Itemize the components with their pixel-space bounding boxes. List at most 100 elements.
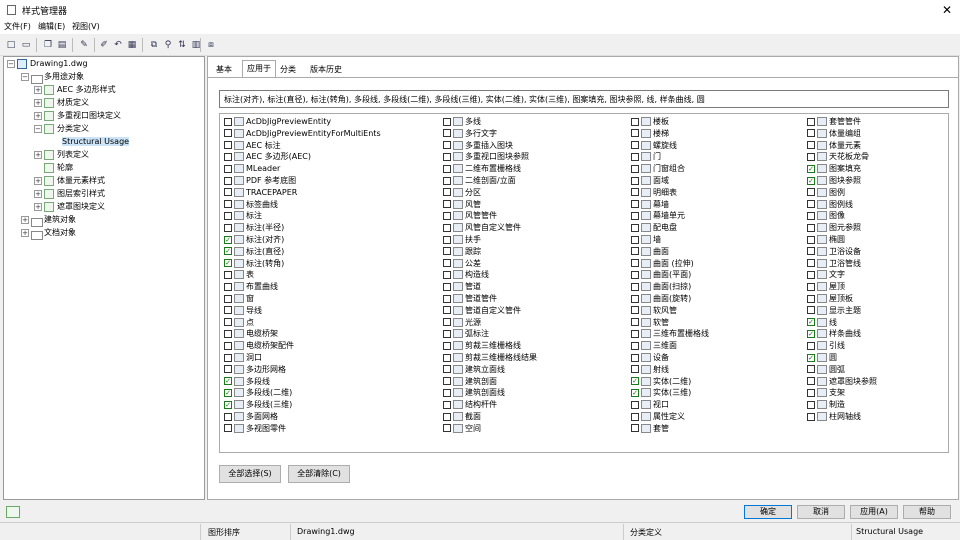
object-type-item[interactable]: 剪裁三维栅格线结果 — [443, 352, 537, 364]
object-type-checkbox[interactable]: ✓ — [224, 400, 232, 409]
object-type-item[interactable]: 弧标注 — [443, 328, 489, 340]
object-type-item[interactable]: 公差 — [443, 258, 481, 270]
object-type-checkbox[interactable] — [807, 152, 815, 161]
object-type-item[interactable]: 跟踪 — [443, 246, 481, 258]
object-type-checkbox[interactable]: ✓ — [807, 353, 815, 362]
object-type-checkbox[interactable] — [443, 164, 451, 173]
object-type-checkbox[interactable] — [631, 329, 639, 338]
object-type-item[interactable]: 天花板龙骨 — [807, 151, 869, 163]
object-type-checkbox[interactable]: ✓ — [224, 388, 232, 397]
object-type-checkbox[interactable] — [631, 341, 639, 350]
object-type-item[interactable]: 多行文字 — [443, 128, 497, 140]
dock-icon[interactable]: ⧈ — [205, 39, 217, 51]
object-type-item[interactable]: MLeader — [224, 163, 280, 175]
object-type-item[interactable]: 管道 — [443, 281, 481, 293]
object-type-item[interactable]: 多重视口图块参照 — [443, 151, 529, 163]
object-type-item[interactable]: ✓ 多段线(三维) — [224, 399, 292, 411]
object-type-item[interactable]: 点 — [224, 317, 254, 329]
object-type-checkbox[interactable] — [443, 200, 451, 209]
tab-general[interactable]: 基本 — [211, 61, 237, 77]
object-type-checkbox[interactable] — [631, 270, 639, 279]
paste-icon[interactable]: ▤ — [56, 39, 68, 51]
object-type-checkbox[interactable] — [224, 341, 232, 350]
object-type-checkbox[interactable]: ✓ — [224, 259, 232, 268]
object-type-item[interactable]: ✓ 标注(对齐) — [224, 234, 284, 246]
object-type-item[interactable]: 风管自定义管件 — [443, 222, 521, 234]
object-type-item[interactable]: 卫浴管线 — [807, 258, 861, 270]
object-type-item[interactable]: 建筑立面线 — [443, 364, 505, 376]
tree-node-mvblock[interactable]: + 多重视口图块定义 — [34, 110, 121, 122]
object-type-checkbox[interactable] — [443, 188, 451, 197]
object-type-checkbox[interactable] — [631, 294, 639, 303]
tree-node-aec-polygon[interactable]: + AEC 多边形样式 — [34, 84, 116, 96]
tree-node-material[interactable]: + 材质定义 — [34, 97, 89, 109]
object-type-item[interactable]: 曲面 — [631, 246, 669, 258]
object-type-checkbox[interactable] — [807, 294, 815, 303]
object-type-item[interactable]: 引线 — [807, 340, 845, 352]
object-type-checkbox[interactable] — [631, 365, 639, 374]
object-type-item[interactable]: 门 — [631, 151, 661, 163]
object-type-item[interactable]: AcDbJigPreviewEntityForMultiEnts — [224, 128, 381, 140]
object-type-checkbox[interactable] — [224, 424, 232, 433]
tree-node-drawing[interactable]: − Drawing1.dwg — [7, 58, 88, 70]
object-type-checkbox[interactable] — [807, 117, 815, 126]
object-type-item[interactable]: 套管管件 — [807, 116, 861, 128]
object-type-item[interactable]: 卫浴设备 — [807, 246, 861, 258]
object-type-checkbox[interactable] — [224, 282, 232, 291]
object-type-item[interactable]: 三维布置栅格线 — [631, 328, 709, 340]
object-type-checkbox[interactable] — [807, 306, 815, 315]
object-type-checkbox[interactable] — [224, 353, 232, 362]
object-type-checkbox[interactable] — [443, 152, 451, 161]
object-type-item[interactable]: 多线 — [443, 116, 481, 128]
tree-node-list[interactable]: + 列表定义 — [34, 149, 89, 161]
object-type-checkbox[interactable] — [443, 282, 451, 291]
object-type-item[interactable]: 柱网轴线 — [807, 411, 861, 423]
object-type-item[interactable]: 表 — [224, 269, 254, 281]
object-type-item[interactable]: 扶手 — [443, 234, 481, 246]
object-type-checkbox[interactable] — [807, 129, 815, 138]
tree-node-layer-key[interactable]: + 图层索引样式 — [34, 188, 105, 200]
purge-icon[interactable]: ✐ — [98, 39, 110, 51]
object-type-checkbox[interactable] — [443, 141, 451, 150]
object-type-checkbox[interactable] — [631, 306, 639, 315]
filter-icon[interactable]: ⚲ — [162, 39, 174, 51]
object-type-checkbox[interactable] — [443, 129, 451, 138]
object-type-checkbox[interactable] — [224, 200, 232, 209]
object-type-item[interactable]: 空间 — [443, 423, 481, 435]
object-type-checkbox[interactable] — [807, 141, 815, 150]
undo-icon[interactable]: ↶ — [112, 39, 124, 51]
object-type-item[interactable]: ✓ 图案填充 — [807, 163, 861, 175]
object-type-checkbox[interactable] — [807, 270, 815, 279]
object-type-item[interactable]: 图例 — [807, 187, 845, 199]
object-type-checkbox[interactable] — [443, 235, 451, 244]
object-type-checkbox[interactable] — [224, 188, 232, 197]
object-type-checkbox[interactable] — [631, 282, 639, 291]
object-type-checkbox[interactable] — [443, 294, 451, 303]
tree-node-mask-block[interactable]: + 遮罩图块定义 — [34, 201, 105, 213]
object-type-checkbox[interactable] — [443, 365, 451, 374]
object-type-item[interactable]: ✓ 多段线 — [224, 376, 270, 388]
object-type-item[interactable]: AEC 多边形(AEC) — [224, 151, 311, 163]
style-tree[interactable]: − Drawing1.dwg − 多用途对象 + AEC 多边形样式 + 材质定义 + 多… — [3, 56, 205, 500]
object-type-item[interactable]: 幕墙 — [631, 199, 669, 211]
object-type-item[interactable]: ✓ 实体(二维) — [631, 376, 691, 388]
new-icon[interactable]: □ — [5, 39, 17, 51]
object-type-item[interactable]: 曲面(扫掠) — [631, 281, 691, 293]
style-icon[interactable]: ▦ — [126, 39, 138, 51]
object-type-item[interactable]: 曲面(平面) — [631, 269, 691, 281]
object-type-item[interactable]: 二维布置栅格线 — [443, 163, 521, 175]
object-type-checkbox[interactable] — [443, 353, 451, 362]
object-type-checkbox[interactable] — [443, 270, 451, 279]
object-type-item[interactable]: 标签曲线 — [224, 199, 278, 211]
object-type-item[interactable]: 属性定义 — [631, 411, 685, 423]
object-type-item[interactable]: 多视图零件 — [224, 423, 286, 435]
object-type-item[interactable]: 曲面 (拉伸) — [631, 258, 694, 270]
object-type-checkbox[interactable] — [443, 247, 451, 256]
object-type-item[interactable]: 结构杆件 — [443, 399, 497, 411]
sort-icon[interactable]: ⇅ — [176, 39, 188, 51]
copy-icon[interactable]: ❐ — [42, 39, 54, 51]
tree-node-profile[interactable]: 轮廓 — [34, 162, 73, 174]
object-type-checkbox[interactable] — [631, 353, 639, 362]
object-type-checkbox[interactable]: ✓ — [807, 318, 815, 327]
object-type-list[interactable]: AcDbJigPreviewEntity AcDbJigPreviewEntity… — [219, 113, 949, 453]
